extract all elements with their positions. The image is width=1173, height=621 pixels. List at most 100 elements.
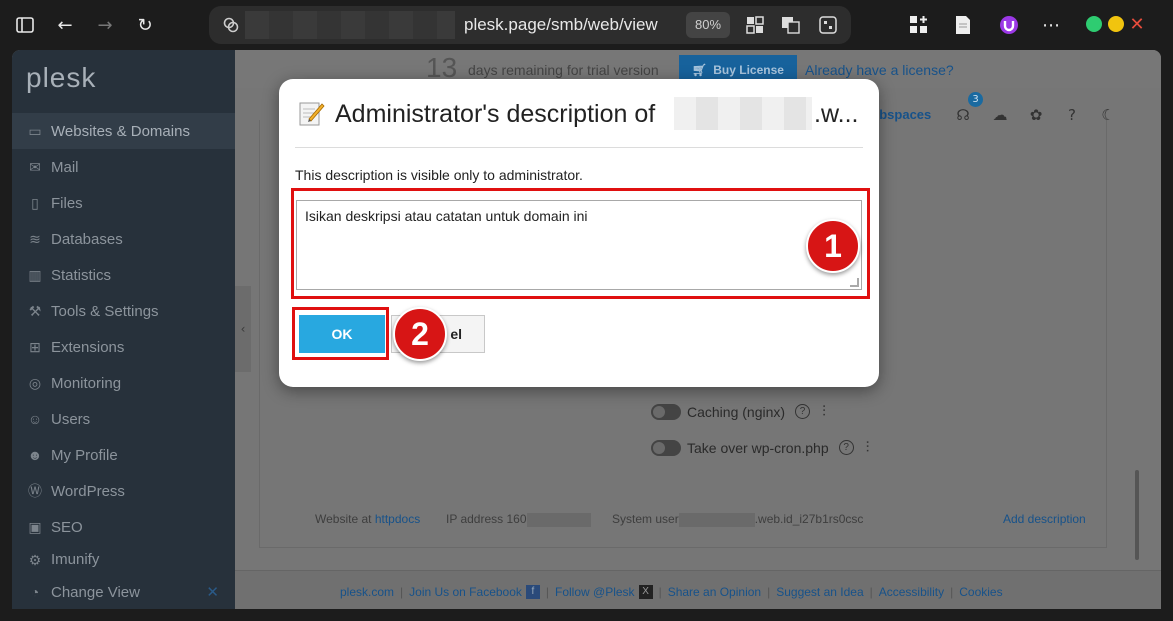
profile-icon: ☻: [27, 447, 43, 463]
sidebar-item-label: Tools & Settings: [51, 302, 159, 320]
url-redacted: [245, 11, 455, 39]
help-icon[interactable]: ?: [795, 404, 811, 419]
plesk-logo[interactable]: plesk: [26, 62, 96, 94]
help-icon[interactable]: ?: [838, 440, 854, 455]
ip-address-info: IP address 160: [446, 512, 591, 527]
ip-redacted: [526, 512, 591, 527]
wp-cron-row: Take over wp-cron.php ? ⫶: [651, 439, 869, 456]
cart-icon: 🛒︎: [692, 63, 708, 77]
sidebar-item-imunify[interactable]: ⚙ Imunify: [12, 545, 235, 571]
httpdocs-link[interactable]: httpdocs: [375, 512, 420, 526]
monitoring-icon: ◎: [28, 374, 42, 391]
wp-cron-toggle[interactable]: [651, 439, 681, 456]
grid-icon[interactable]: [742, 12, 768, 38]
sidebar-item-label: Websites & Domains: [51, 122, 190, 140]
seo-icon: ▣: [28, 518, 42, 535]
memo-icon: [297, 99, 325, 127]
sidebar-item-label: SEO: [51, 518, 83, 536]
callout-number-2: 2: [393, 307, 447, 361]
site-info-icon[interactable]: [218, 12, 244, 38]
zoom-level[interactable]: 80%: [686, 12, 730, 38]
sidebar-item-label: Extensions: [51, 338, 125, 356]
domain-redacted: [674, 97, 812, 130]
close-window-icon[interactable]: ✕: [1124, 11, 1150, 37]
settings-sliders-icon[interactable]: ⫶: [822, 403, 826, 420]
system-user-info: System user .web.id_i27b1rs0csc: [612, 512, 863, 527]
sidebar-item-statistics[interactable]: ▥ Statistics: [12, 257, 235, 293]
change-view-label: Change View: [51, 583, 140, 601]
admin-description-dialog: Administrator's description of .w... Thi…: [279, 79, 879, 387]
sidebar-item-wordpress[interactable]: Ⓦ WordPress: [12, 473, 235, 509]
forward-arrow-icon[interactable]: →: [92, 12, 118, 38]
close-icon[interactable]: ✕: [206, 583, 219, 601]
sidebar-item-users[interactable]: ☺ Users: [12, 401, 235, 437]
sidebar-item-seo[interactable]: ▣ SEO: [12, 509, 235, 545]
extension-icon[interactable]: [996, 12, 1022, 38]
website-at-info: Website at httpdocs: [315, 512, 420, 526]
collapse-sidebar-handle[interactable]: ‹: [235, 286, 251, 372]
sidebar-item-databases[interactable]: ≋ Databases: [12, 221, 235, 257]
website-at-label: Website at: [315, 512, 372, 526]
sidebar-item-monitoring[interactable]: ◎ Monitoring: [12, 365, 235, 401]
sidebar-item-label: Files: [51, 194, 83, 212]
footer-link-facebook[interactable]: Join Us on Facebook: [409, 585, 522, 599]
system-user-label: System user: [612, 512, 679, 526]
callout-number-1: 1: [806, 219, 860, 273]
back-arrow-icon[interactable]: ←: [52, 12, 78, 38]
sidebar-item-label: WordPress: [51, 482, 125, 500]
footer-link-plesk[interactable]: plesk.com: [340, 585, 394, 599]
notification-badge: 3: [968, 92, 983, 107]
caching-nginx-label: Caching (nginx): [687, 403, 786, 420]
sidebar-item-extensions[interactable]: ⊞ Extensions: [12, 329, 235, 365]
footer-links: plesk.com | Join Us on Facebook f | Follow …: [340, 585, 1003, 599]
caching-nginx-row: Caching (nginx) ? ⫶: [651, 403, 826, 420]
footer: plesk.com | Join Us on Facebook f | Follow …: [235, 570, 1161, 609]
compass-icon: ◔: [30, 584, 40, 600]
callout-box-ok: [292, 307, 389, 360]
settings-sliders-icon[interactable]: ⫶: [866, 439, 870, 456]
buy-license-label: Buy License: [713, 63, 784, 77]
sidebar-item-files[interactable]: ▯ Files: [12, 185, 235, 221]
file-icon: ▯: [31, 194, 39, 211]
ip-value: 160: [506, 512, 527, 526]
system-user-redacted: [678, 512, 755, 527]
sidebar-item-my-profile[interactable]: ☻ My Profile: [12, 437, 235, 473]
sidebar-item-websites-domains[interactable]: ▭ Websites & Domains: [12, 113, 235, 149]
footer-link-cookies[interactable]: Cookies: [959, 585, 1002, 599]
extensions-icon: ⊞: [29, 338, 41, 355]
callout-box-textarea: [291, 188, 870, 299]
footer-link-follow[interactable]: Follow @Plesk: [555, 585, 635, 599]
browser-toolbar: ← → ↻ plesk.page/smb/web/view 80% ⋯ ✕: [0, 0, 1173, 50]
x-icon: X: [638, 585, 653, 599]
translate-icon[interactable]: [778, 12, 804, 38]
minimize-window-icon[interactable]: [1108, 16, 1124, 32]
add-panel-icon[interactable]: [906, 12, 932, 38]
page-scrollbar[interactable]: [1135, 470, 1139, 560]
sidebar-item-label: Users: [51, 410, 91, 428]
footer-link-suggest[interactable]: Suggest an Idea: [776, 585, 863, 599]
footer-link-accessibility[interactable]: Accessibility: [879, 585, 944, 599]
sidebar-item-label: Imunify: [51, 551, 100, 568]
url-text[interactable]: plesk.page/smb/web/view: [464, 15, 658, 35]
users-icon: ☺: [27, 411, 43, 427]
mail-icon: ✉: [29, 158, 41, 175]
trial-text: days remaining for trial version: [468, 62, 659, 78]
caching-nginx-toggle[interactable]: [651, 403, 681, 420]
already-have-license-link[interactable]: Already have a license?: [805, 62, 954, 78]
footer-link-opinion[interactable]: Share an Opinion: [668, 585, 761, 599]
change-view-button[interactable]: ◔ Change View ✕: [12, 574, 235, 609]
maximize-window-icon[interactable]: [1086, 16, 1102, 32]
dialog-title-suffix: .w...: [814, 100, 859, 128]
sidebar-item-tools-settings[interactable]: ⚒ Tools & Settings: [12, 293, 235, 329]
screenshot-icon[interactable]: [815, 12, 841, 38]
dialog-hint: This description is visible only to admi…: [295, 167, 583, 183]
sidebar-item-mail[interactable]: ✉ Mail: [12, 149, 235, 185]
sidebar-item-label: My Profile: [51, 446, 118, 464]
sidebar-toggle-icon[interactable]: [12, 12, 38, 38]
more-menu-icon[interactable]: ⋯: [1038, 12, 1064, 38]
notes-icon[interactable]: [950, 12, 976, 38]
wp-cron-label: Take over wp-cron.php: [687, 439, 829, 456]
wordpress-icon: Ⓦ: [28, 483, 42, 499]
add-description-link[interactable]: Add description: [1003, 512, 1086, 526]
reload-icon[interactable]: ↻: [132, 12, 158, 38]
